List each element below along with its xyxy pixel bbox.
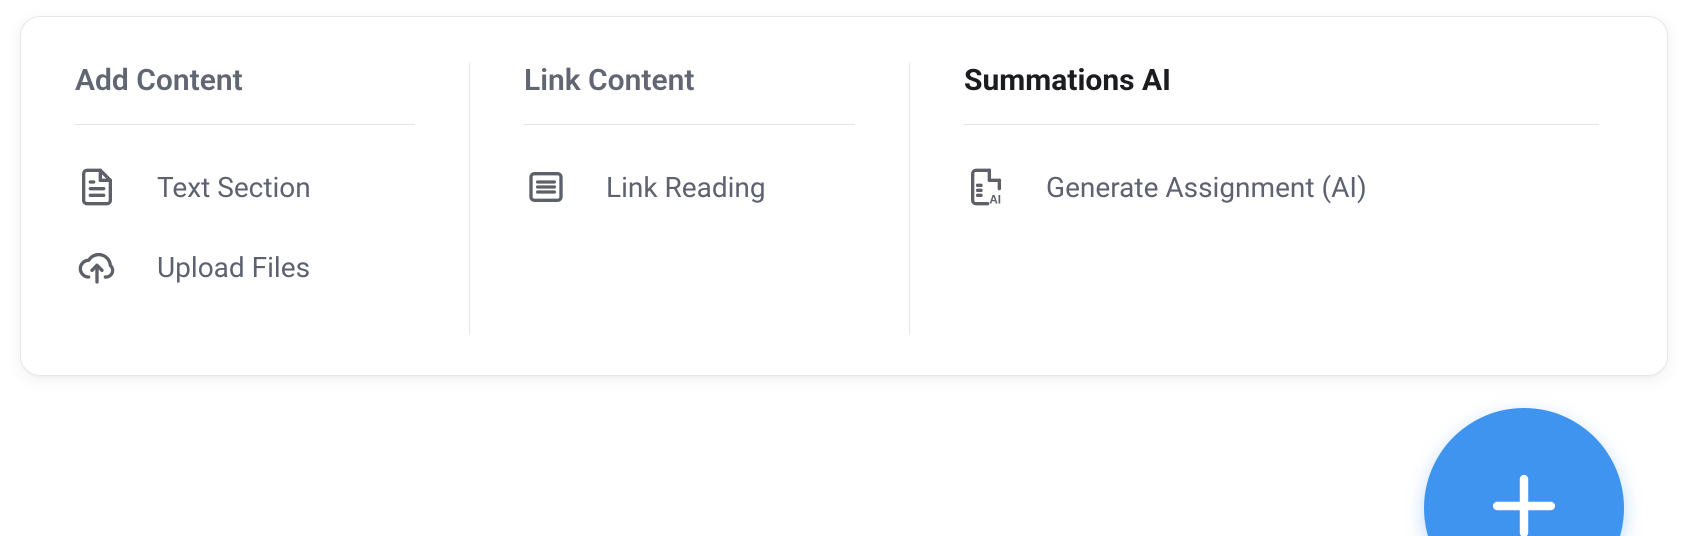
add-content-column: Add Content Text Section	[21, 63, 469, 335]
upload-files-label: Upload Files	[157, 251, 310, 284]
text-section-label: Text Section	[157, 171, 311, 204]
add-content-title: Add Content	[75, 63, 415, 125]
link-reading-label: Link Reading	[606, 171, 766, 204]
cloud-upload-icon	[75, 245, 119, 289]
link-content-column: Link Content Link Reading	[469, 63, 909, 335]
plus-icon	[1482, 464, 1566, 536]
text-section-option[interactable]: Text Section	[75, 147, 415, 227]
summations-ai-title: Summations AI	[964, 63, 1599, 125]
content-menu-card: Add Content Text Section	[20, 16, 1668, 376]
generate-assignment-option[interactable]: AI Generate Assignment (AI)	[964, 147, 1599, 227]
add-fab[interactable]	[1424, 408, 1624, 536]
summations-ai-column: Summations AI AI Generate Assignment (AI…	[909, 63, 1669, 335]
ai-document-icon: AI	[964, 165, 1008, 209]
link-reading-option[interactable]: Link Reading	[524, 147, 855, 227]
reading-list-icon	[524, 165, 568, 209]
generate-assignment-label: Generate Assignment (AI)	[1046, 171, 1367, 204]
upload-files-option[interactable]: Upload Files	[75, 227, 415, 307]
document-text-icon	[75, 165, 119, 209]
svg-text:AI: AI	[989, 194, 1001, 207]
link-content-title: Link Content	[524, 63, 855, 125]
